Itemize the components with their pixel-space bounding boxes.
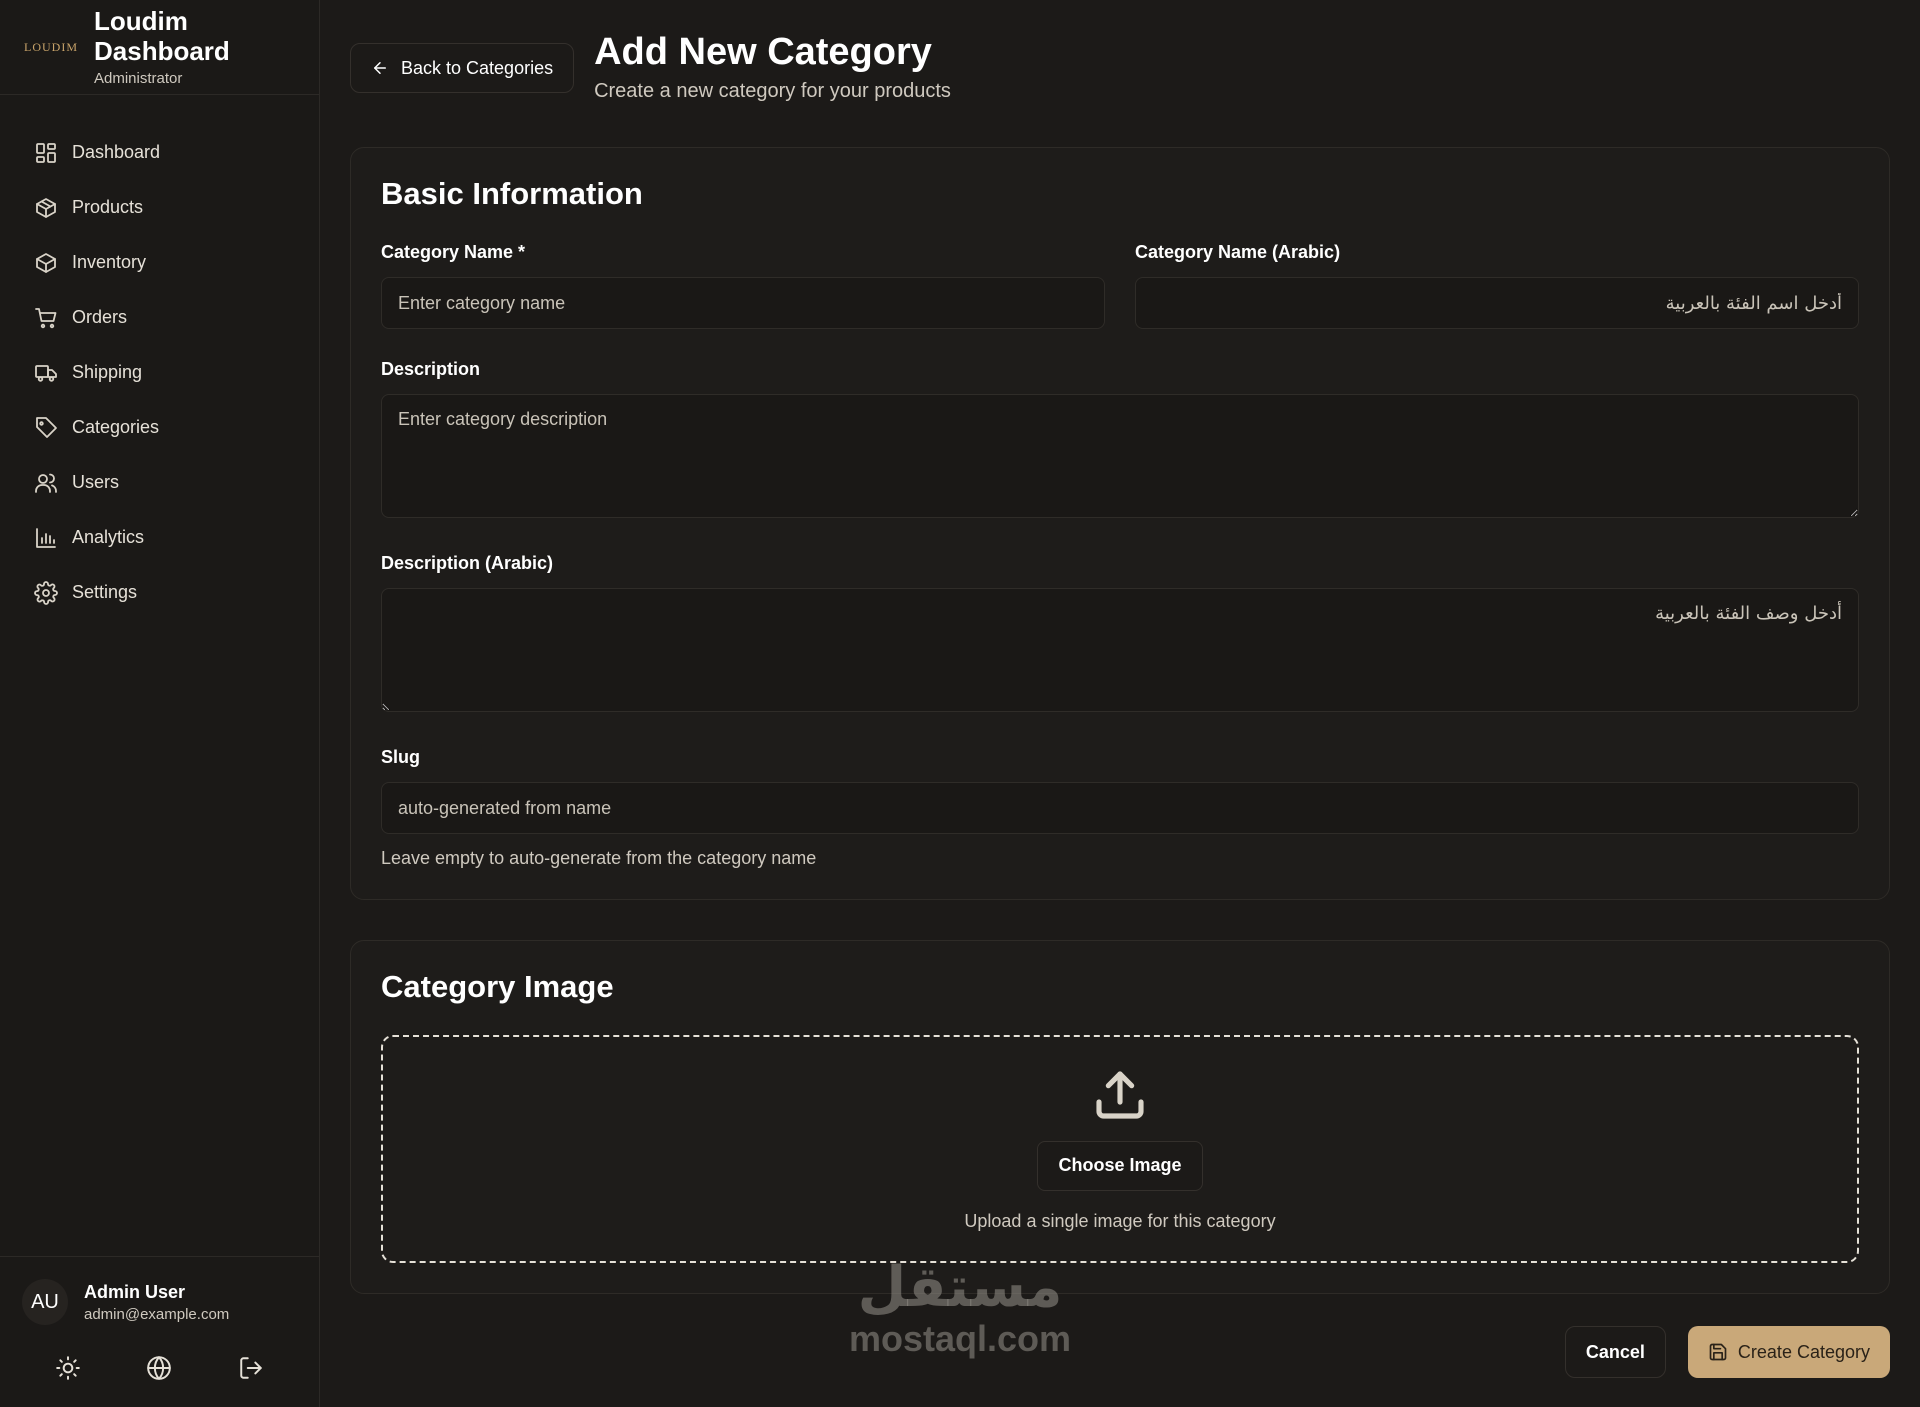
user-name: Admin User bbox=[84, 1281, 186, 1302]
brand-header: LOUDIM Loudim Dashboard Administrator bbox=[0, 0, 319, 95]
watermark-latin: mostaql.com bbox=[848, 1318, 1072, 1359]
page-subtitle: Create a new category for your products bbox=[594, 79, 951, 102]
sidebar-item-label: Analytics bbox=[72, 527, 145, 547]
page-title-block: Add New Category Create a new category f… bbox=[594, 31, 951, 103]
bar-chart-icon bbox=[36, 527, 56, 548]
sidebar-item-label: Products bbox=[72, 197, 144, 217]
description-arabic-textarea[interactable] bbox=[381, 588, 1859, 712]
language-button[interactable] bbox=[146, 1355, 172, 1381]
category-name-row: Category Name * Category Name (Arabic) bbox=[381, 242, 1859, 329]
save-icon bbox=[1709, 1343, 1727, 1361]
back-to-categories-button[interactable]: Back to Categories bbox=[350, 43, 575, 93]
sidebar-item-label: Settings bbox=[72, 582, 138, 602]
theme-toggle-button[interactable] bbox=[55, 1355, 81, 1381]
brand-role: Administrator bbox=[94, 70, 183, 88]
sidebar-item-settings[interactable]: Settings bbox=[20, 565, 299, 620]
sidebar-item-label: Orders bbox=[72, 307, 128, 327]
slug-label: Slug bbox=[381, 747, 420, 767]
image-upload-hint: Upload a single image for this category bbox=[964, 1210, 1276, 1231]
category-name-input[interactable] bbox=[381, 277, 1105, 329]
sidebar-nav: Dashboard Products Inventory Orders Ship… bbox=[0, 95, 319, 1256]
sidebar-item-analytics[interactable]: Analytics bbox=[20, 510, 299, 565]
description-arabic-label: Description (Arabic) bbox=[381, 553, 554, 573]
category-image-title: Category Image bbox=[381, 969, 614, 1004]
sidebar-item-users[interactable]: Users bbox=[20, 455, 299, 510]
logout-button[interactable] bbox=[238, 1355, 264, 1381]
main-content: Back to Categories Add New Category Crea… bbox=[320, 0, 1920, 1407]
sidebar-item-label: Categories bbox=[72, 417, 160, 437]
choose-image-button[interactable]: Choose Image bbox=[1037, 1140, 1203, 1191]
description-field: Description bbox=[381, 359, 1859, 523]
arrow-left-icon bbox=[374, 62, 386, 74]
logout-icon bbox=[240, 1357, 262, 1379]
page-title: Add New Category bbox=[594, 31, 932, 73]
category-name-arabic-input[interactable] bbox=[1135, 277, 1859, 329]
sun-icon bbox=[56, 1356, 80, 1380]
truck-icon bbox=[35, 364, 57, 382]
sidebar: LOUDIM Loudim Dashboard Administrator Da… bbox=[0, 0, 320, 1407]
user-row: AU Admin User admin@example.com bbox=[22, 1279, 297, 1325]
category-image-card: Category Image Choose Image Upload a sin… bbox=[350, 940, 1890, 1294]
description-label: Description bbox=[381, 359, 481, 379]
watermark: مستقل mostaql.com bbox=[840, 1260, 1080, 1360]
upload-icon bbox=[1096, 1070, 1144, 1119]
sidebar-item-shipping[interactable]: Shipping bbox=[20, 345, 299, 400]
sidebar-item-label: Users bbox=[72, 472, 120, 492]
user-email: admin@example.com bbox=[84, 1305, 230, 1323]
form-actions: Cancel Create Category bbox=[1564, 1326, 1890, 1378]
sidebar-item-label: Shipping bbox=[72, 362, 143, 382]
category-name-arabic-label: Category Name (Arabic) bbox=[1135, 242, 1341, 262]
image-dropzone[interactable]: Choose Image Upload a single image for t… bbox=[381, 1035, 1859, 1263]
basic-information-title: Basic Information bbox=[381, 176, 643, 211]
package-icon bbox=[36, 197, 56, 218]
tag-icon bbox=[36, 416, 57, 438]
sidebar-item-label: Inventory bbox=[72, 252, 147, 272]
category-name-label: Category Name * bbox=[381, 242, 526, 262]
sidebar-item-label: Dashboard bbox=[72, 142, 161, 162]
create-category-label: Create Category bbox=[1737, 1341, 1870, 1362]
avatar: AU bbox=[22, 1279, 68, 1325]
category-name-col: Category Name * bbox=[381, 242, 1105, 329]
slug-input[interactable] bbox=[381, 782, 1859, 834]
package-icon bbox=[36, 252, 56, 273]
basic-information-card: Basic Information Category Name * Catego… bbox=[350, 147, 1890, 900]
sidebar-item-inventory[interactable]: Inventory bbox=[20, 235, 299, 290]
sidebar-item-orders[interactable]: Orders bbox=[20, 290, 299, 345]
brand-text: Loudim Dashboard Administrator bbox=[94, 5, 295, 88]
users-icon bbox=[35, 473, 57, 493]
sidebar-item-dashboard[interactable]: Dashboard bbox=[20, 125, 299, 180]
slug-field: Slug Leave empty to auto-generate from t… bbox=[381, 747, 1859, 869]
user-info: Admin User admin@example.com bbox=[84, 1282, 229, 1323]
brand-title: Loudim Dashboard bbox=[94, 5, 230, 66]
sidebar-item-categories[interactable]: Categories bbox=[20, 400, 299, 455]
gear-icon bbox=[34, 580, 58, 605]
cart-icon bbox=[35, 307, 57, 328]
slug-hint: Leave empty to auto-generate from the ca… bbox=[381, 848, 817, 868]
page-header: Back to Categories Add New Category Crea… bbox=[350, 31, 1890, 147]
user-actions bbox=[22, 1355, 297, 1381]
create-category-button[interactable]: Create Category bbox=[1687, 1326, 1890, 1378]
watermark-arabic: مستقل bbox=[857, 1255, 1063, 1320]
back-button-label: Back to Categories bbox=[401, 57, 554, 78]
user-block: AU Admin User admin@example.com bbox=[0, 1256, 319, 1407]
dashboard-icon bbox=[36, 142, 56, 163]
app-root: LOUDIM Loudim Dashboard Administrator Da… bbox=[0, 0, 1920, 1407]
brand-logo: LOUDIM bbox=[24, 39, 78, 54]
description-arabic-field: Description (Arabic) bbox=[381, 553, 1859, 717]
description-textarea[interactable] bbox=[381, 394, 1859, 518]
globe-icon bbox=[147, 1356, 172, 1380]
sidebar-item-products[interactable]: Products bbox=[20, 180, 299, 235]
cancel-button[interactable]: Cancel bbox=[1564, 1326, 1666, 1378]
category-name-arabic-col: Category Name (Arabic) bbox=[1135, 242, 1859, 329]
